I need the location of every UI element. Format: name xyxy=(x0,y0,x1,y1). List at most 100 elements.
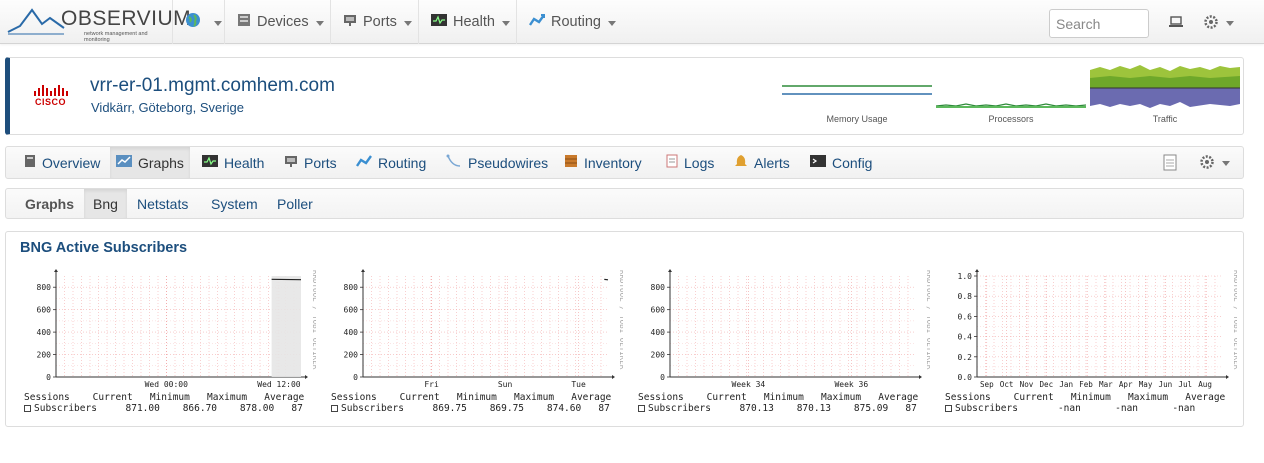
chart-legend-1: Sessions Current Minimum Maximum Average… xyxy=(24,392,304,414)
series-checkbox[interactable] xyxy=(331,405,338,412)
legend-header: Sessions Current Minimum Maximum Average xyxy=(331,392,612,403)
rrdtool-watermark: RRDTOOL / TOBI OETIKER xyxy=(618,270,623,370)
bng-subscribers-chart-1[interactable]: 0 200 400 600 800 Wed 00:00 Wed 12:00 RRDTOOL /… xyxy=(16,266,316,406)
legend-header: Sessions Current Minimum Maximum Average xyxy=(945,392,1226,403)
chevron-down-icon xyxy=(403,20,412,26)
plot-area xyxy=(56,276,301,377)
bell-icon xyxy=(734,154,748,171)
y-tick-label: 0.6 xyxy=(958,312,973,321)
tab-routing[interactable]: Routing xyxy=(350,147,432,178)
cisco-logo: CISCO xyxy=(32,85,72,107)
x-tick-label: Feb xyxy=(1079,380,1093,389)
tab-pseudowires[interactable]: Pseudowires xyxy=(440,147,554,178)
y-tick-label: 200 xyxy=(344,351,359,360)
tab-health[interactable]: Health xyxy=(196,147,270,178)
subtab-system[interactable]: System xyxy=(211,189,258,218)
observium-logo[interactable]: OBSERVIUM network management and monitor… xyxy=(6,4,191,43)
gear-icon xyxy=(1204,15,1218,29)
y-tick-label: 0.4 xyxy=(958,333,973,342)
tab-config[interactable]: Config xyxy=(804,147,878,178)
health-monitor-icon xyxy=(202,154,218,171)
settings-menu[interactable] xyxy=(1203,14,1234,30)
x-tick-label: Fri xyxy=(424,380,439,389)
series-checkbox[interactable] xyxy=(638,405,645,412)
document-icon[interactable] xyxy=(1163,154,1177,174)
tab-overview[interactable]: Overview xyxy=(18,147,106,178)
inventory-icon xyxy=(564,154,578,171)
legend-row: Subscribers 869.75 869.75 874.60 87 xyxy=(331,403,611,414)
x-tick-label: Aug xyxy=(1198,380,1212,389)
y-tick-label: 400 xyxy=(344,328,359,337)
device-header: CISCO vrr-er-01.mgmt.comhem.com Vidkärr,… xyxy=(5,57,1244,135)
legend-row: Subscribers 870.13 870.13 875.09 87 xyxy=(638,403,918,414)
pseudowire-icon xyxy=(446,154,462,171)
health-monitor-icon xyxy=(431,13,447,31)
y-tick-label: 800 xyxy=(651,283,666,292)
memory-usage-label: Memory Usage xyxy=(826,114,888,124)
chart-legend-3: Sessions Current Minimum Maximum Average… xyxy=(638,392,918,414)
y-tick-label: 1.0 xyxy=(958,272,973,281)
y-tick-label: 0 xyxy=(660,373,665,382)
nav-ports-label: Ports xyxy=(363,14,397,30)
series-checkbox[interactable] xyxy=(945,405,952,412)
traffic-label: Traffic xyxy=(1152,114,1178,124)
nav-routing-label: Routing xyxy=(551,14,601,30)
y-tick-label: 600 xyxy=(37,306,52,315)
server-icon xyxy=(24,154,36,171)
nav-devices-menu[interactable]: Devices xyxy=(224,0,336,44)
routing-icon xyxy=(529,13,545,31)
bng-subscribers-chart-4[interactable]: 0.0 0.2 0.4 0.6 0.8 1.0 Sep Oct Nov Dec Jan Feb Mar A… xyxy=(937,266,1237,406)
processors-label: Processors xyxy=(988,114,1034,124)
bng-subscribers-chart-3[interactable]: 0 200 400 600 800 Week 34 Week 36 RRDTOOL / TOB… xyxy=(630,266,930,406)
bng-subscribers-chart-2[interactable]: 0 200 400 600 800 Fri Sun Tue RRDTOOL / TOBI OET… xyxy=(323,266,623,406)
network-port-icon xyxy=(284,154,298,171)
laptop-icon[interactable] xyxy=(1168,15,1184,32)
series-checkbox[interactable] xyxy=(24,405,31,412)
y-axis-arrow xyxy=(975,269,979,272)
x-tick-label: Jun xyxy=(1159,380,1173,389)
legend-row: Subscribers 871.00 866.70 878.00 87 xyxy=(24,403,304,414)
y-axis-arrow xyxy=(668,269,672,272)
device-tabs-bar: Overview Graphs Health Ports Routing Pse… xyxy=(5,146,1244,179)
tab-ports[interactable]: Ports xyxy=(278,147,343,178)
chevron-down-icon xyxy=(1222,160,1230,166)
y-tick-label: 0 xyxy=(353,373,358,382)
x-tick-label: Wed 00:00 xyxy=(145,380,189,389)
plot-area xyxy=(670,276,915,377)
x-tick-label: Mar xyxy=(1099,380,1113,389)
y-tick-label: 200 xyxy=(37,351,52,360)
device-settings-menu[interactable] xyxy=(1199,154,1230,170)
search-input[interactable] xyxy=(1049,9,1149,38)
chart-legend-4: Sessions Current Minimum Maximum Average… xyxy=(945,392,1225,414)
rrdtool-watermark: RRDTOOL / TOBI OETIKER xyxy=(1232,270,1237,370)
nav-devices-label: Devices xyxy=(257,14,309,30)
x-tick-label: Week 36 xyxy=(834,380,868,389)
traffic-mini-graph[interactable] xyxy=(1090,64,1240,114)
tab-logs[interactable]: Logs xyxy=(660,147,720,178)
subtab-netstats[interactable]: Netstats xyxy=(137,189,188,218)
x-tick-label: Nov xyxy=(1020,380,1034,389)
subtab-poller[interactable]: Poller xyxy=(277,189,313,218)
nav-ports-menu[interactable]: Ports xyxy=(330,0,424,44)
logo-mountain-icon xyxy=(7,8,65,35)
y-tick-label: 0.2 xyxy=(958,353,973,362)
tab-graphs[interactable]: Graphs xyxy=(110,147,190,178)
y-tick-label: 0.0 xyxy=(958,373,973,382)
legend-row: Subscribers -nan -nan -nan xyxy=(945,403,1225,414)
chevron-down-icon xyxy=(607,20,616,26)
tab-inventory[interactable]: Inventory xyxy=(558,147,648,178)
x-axis-arrow xyxy=(919,375,922,379)
chevron-down-icon xyxy=(1226,20,1234,26)
device-hostname[interactable]: vrr-er-01.mgmt.comhem.com xyxy=(90,75,335,97)
nav-health-menu[interactable]: Health xyxy=(418,0,522,44)
x-tick-label: Jan xyxy=(1059,380,1073,389)
gear-icon xyxy=(1200,155,1214,169)
rrdtool-watermark: RRDTOOL / TOBI OETIKER xyxy=(311,270,316,370)
bng-graphs-panel: BNG Active Subscribers 0 200 400 600 800 Wed … xyxy=(5,231,1244,427)
nav-routing-menu[interactable]: Routing xyxy=(516,0,628,44)
tab-alerts[interactable]: Alerts xyxy=(728,147,796,178)
x-tick-label: Sun xyxy=(498,380,513,389)
y-tick-label: 0.8 xyxy=(958,292,973,301)
x-tick-label: Week 34 xyxy=(732,380,766,389)
subtab-bng[interactable]: Bng xyxy=(84,189,127,218)
